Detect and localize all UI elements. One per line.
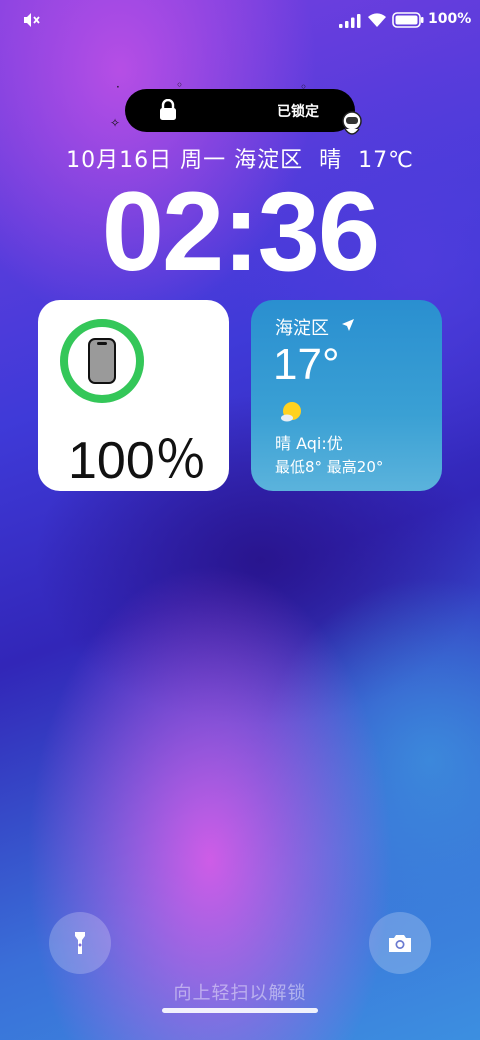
lock-status-pill[interactable]: 已锁定 — [125, 89, 355, 132]
battery-ring — [60, 319, 144, 403]
weather-widget[interactable]: 海淀区 17° 晴 Aqi:优 最低8° 最高20° — [251, 300, 442, 491]
battery-percent: 100% — [428, 11, 472, 27]
weather-range: 最低8° 最高20° — [275, 458, 384, 476]
sun-icon — [281, 402, 301, 422]
home-indicator[interactable] — [162, 1008, 318, 1013]
camera-button[interactable] — [369, 912, 431, 974]
signal-icon — [339, 14, 361, 28]
sparkle-decoration: · — [116, 80, 120, 94]
sparkle-decoration: ✧ — [110, 116, 121, 130]
lock-icon — [160, 99, 176, 120]
weather-location: 海淀区 — [275, 318, 329, 339]
status-bar: 100% — [0, 0, 480, 40]
flashlight-icon — [75, 932, 85, 954]
clock-time: 02:36 — [101, 169, 380, 294]
sparkle-decoration: ◦ — [300, 80, 308, 94]
lock-status-label: 已锁定 — [277, 104, 319, 120]
battery-widget[interactable]: 100％ — [38, 300, 229, 491]
flashlight-button[interactable] — [49, 912, 111, 974]
camera-icon — [389, 935, 411, 952]
astronaut-mascot-icon — [342, 111, 362, 135]
unlock-hint: 向上轻扫以解锁 — [173, 983, 307, 1004]
battery-icon — [392, 12, 424, 28]
wifi-icon — [368, 13, 386, 27]
location-arrow-icon — [342, 319, 354, 331]
sparkle-decoration: ◦ — [176, 78, 184, 92]
phone-icon — [88, 338, 116, 384]
mute-icon — [24, 13, 40, 27]
weather-temperature: 17° — [273, 340, 340, 389]
weather-condition: 晴 Aqi:优 — [275, 434, 343, 453]
battery-widget-percent: 100％ — [68, 432, 207, 490]
